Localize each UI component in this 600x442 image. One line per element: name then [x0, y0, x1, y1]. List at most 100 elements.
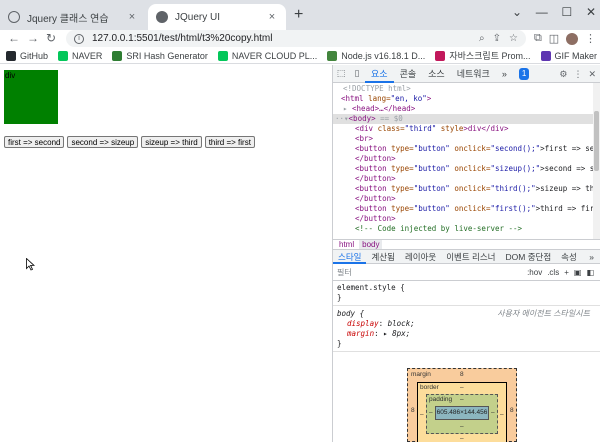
tab-dom-breakpoints[interactable]: DOM 중단점	[501, 250, 557, 264]
dom-scrollbar[interactable]	[593, 83, 600, 239]
tab-jquery-ui[interactable]: JQuery UI ×	[148, 4, 286, 30]
dom-line-div[interactable]: <div class="third" style>div</div>	[333, 124, 600, 134]
border-top-value: –	[460, 384, 464, 391]
site-info-icon[interactable]: i	[74, 33, 84, 44]
margin-top-value: 8	[460, 371, 464, 378]
box-model-margin[interactable]: margin 8 8 8 border – – – padding – – – …	[407, 368, 517, 442]
close-tab-icon[interactable]: ×	[126, 11, 138, 23]
close-devtools-icon[interactable]: ✕	[588, 69, 596, 80]
issues-badge[interactable]: 1	[518, 67, 530, 80]
maximize-icon[interactable]: ☐	[561, 5, 572, 19]
second-to-sizeup-button[interactable]: second => sizeup	[67, 136, 139, 148]
share-icon[interactable]: ⇪	[493, 33, 501, 44]
bookmark-favicon-icon	[327, 50, 338, 61]
new-rule-button[interactable]: +	[564, 268, 569, 277]
extensions-icon[interactable]: ⧉	[534, 32, 542, 45]
box-model-padding[interactable]: padding – – – 605.486×144.456 –	[426, 394, 498, 434]
breadcrumb: html body	[333, 239, 600, 250]
dom-line-doctype[interactable]: <!DOCTYPE html>	[333, 84, 600, 94]
dom-line-button-4[interactable]: <button type="button" onclick="first();"…	[333, 204, 600, 214]
bookmark-item[interactable]: Node.js v16.18.1 D...	[327, 50, 425, 61]
new-tab-button[interactable]: +	[294, 6, 303, 24]
bookmark-item[interactable]: SRI Hash Generator	[112, 50, 208, 61]
first-to-second-button[interactable]: first => second	[4, 136, 65, 148]
bookmark-star-icon[interactable]: ☆	[509, 33, 518, 44]
device-toolbar-icon[interactable]: ▯	[349, 68, 365, 79]
hover-state-button[interactable]: :hov	[527, 268, 542, 277]
zoom-icon[interactable]: ⌕	[479, 33, 485, 44]
settings-gear-icon[interactable]: ⚙	[559, 69, 567, 80]
box-model-content[interactable]: 605.486×144.456	[435, 406, 489, 420]
dom-line-head[interactable]: ▸ <head>…</head>	[333, 104, 600, 114]
window-close-icon[interactable]: ✕	[586, 5, 596, 19]
more-options-icon[interactable]: ⋮	[573, 69, 582, 80]
tab-console[interactable]: 콘솔	[394, 65, 423, 83]
bookmark-item[interactable]: 자바스크립트 Prom...	[435, 49, 531, 62]
dom-tree: <!DOCTYPE html> <html lang="en, ko"> ▸ <…	[333, 83, 600, 239]
mouse-cursor-icon	[26, 258, 35, 271]
dom-line-button-3-close[interactable]: </button>	[333, 194, 600, 204]
profile-avatar[interactable]	[566, 32, 579, 45]
bookmark-favicon-icon	[540, 50, 551, 61]
bookmark-label: GIF Maker	[554, 50, 598, 61]
tab-styles[interactable]: 스타일	[333, 250, 367, 264]
paint-icon[interactable]: ▣	[574, 268, 582, 277]
side-panel-icon[interactable]: ◫	[549, 32, 559, 45]
bookmarks-bar: GitHub NAVER SRI Hash Generator NAVER CLOUD…	[0, 48, 600, 64]
browser-toolbar: ← → ↻ i 127.0.0.1:5501/test/html/t3%20co…	[0, 30, 600, 48]
tab-jquery-class[interactable]: Jquery 클래스 연습 ×	[0, 4, 146, 30]
tab-properties[interactable]: 속성	[556, 250, 582, 264]
border-label: border	[420, 384, 439, 391]
rule-property-display[interactable]: display: block;	[337, 319, 596, 329]
forward-button[interactable]: →	[27, 30, 39, 46]
tab-elements[interactable]: 요소	[365, 65, 394, 83]
bookmark-item[interactable]: NAVER	[58, 50, 102, 61]
minimize-icon[interactable]: —	[536, 5, 548, 19]
dom-line-br[interactable]: <br>	[333, 134, 600, 144]
class-toggle-button[interactable]: .cls	[547, 268, 559, 277]
scrollbar-thumb[interactable]	[594, 111, 599, 171]
bookmark-item[interactable]: GIF Maker	[540, 50, 598, 61]
dom-line-comment[interactable]: <!-- Code injected by live-server -->	[333, 224, 600, 234]
dom-line-html[interactable]: <html lang="en, ko">	[333, 94, 600, 104]
sizeup-to-third-button[interactable]: sizeup => third	[141, 136, 202, 148]
dom-line-body[interactable]: ··▾<body> == $0	[333, 114, 600, 124]
third-to-first-button[interactable]: third => first	[204, 136, 255, 148]
dom-line-button-4-close[interactable]: </button>	[333, 214, 600, 224]
filter-input[interactable]: 필터	[337, 267, 352, 278]
bookmark-item[interactable]: GitHub	[6, 50, 48, 61]
breadcrumb-html[interactable]: html	[336, 240, 357, 249]
address-bar[interactable]: i 127.0.0.1:5501/test/html/t3%20copy.htm…	[66, 30, 526, 47]
breadcrumb-body[interactable]: body	[359, 240, 383, 249]
bookmark-label: SRI Hash Generator	[126, 50, 208, 61]
dom-line-button-3[interactable]: <button type="button" onclick="third();"…	[333, 184, 600, 194]
button-row: first => second second => sizeup sizeup …	[4, 136, 255, 148]
rule-close-brace: }	[337, 293, 342, 302]
close-tab-icon[interactable]: ×	[266, 11, 278, 23]
inspect-element-icon[interactable]: ⬚	[333, 68, 349, 79]
bookmark-item[interactable]: NAVER CLOUD PL...	[217, 50, 317, 61]
box-model-border[interactable]: border – – – padding – – – 605.486×144.4…	[417, 382, 507, 442]
back-button[interactable]: ←	[8, 30, 20, 46]
body-rule-selector[interactable]: body {사용자 에이전트 스타일시트	[337, 309, 596, 319]
tab-event-listeners[interactable]: 이벤트 리스너	[441, 250, 500, 264]
tab-layout[interactable]: 레이아웃	[400, 250, 441, 264]
devtools-tabbar: ⬚ ▯ 요소 콘솔 소스 네트워크 » 1 ⚙ ⋮ ✕	[333, 65, 600, 83]
tab-network[interactable]: 네트워크	[451, 65, 496, 83]
dom-line-button-1-close[interactable]: </button>	[333, 154, 600, 164]
url-text[interactable]: 127.0.0.1:5501/test/html/t3%20copy.html	[92, 33, 471, 44]
element-style-rule[interactable]: element.style {	[337, 283, 596, 293]
menu-icon[interactable]: ⋮	[585, 32, 596, 45]
more-tabs-icon[interactable]: »	[496, 65, 513, 83]
tab-computed[interactable]: 계산됨	[366, 250, 399, 264]
rule-property-margin[interactable]: margin: ▸ 8px;	[337, 329, 596, 339]
border-bottom-value: –	[460, 435, 464, 442]
more-style-tabs-icon[interactable]: »	[589, 250, 594, 264]
dom-line-button-2-close[interactable]: </button>	[333, 174, 600, 184]
dom-line-button-1[interactable]: <button type="button" onclick="second();…	[333, 144, 600, 154]
tab-search-icon[interactable]: ⌄	[512, 5, 522, 19]
tab-sources[interactable]: 소스	[422, 65, 451, 83]
sidebar-toggle-icon[interactable]: ◧	[586, 268, 594, 277]
reload-button[interactable]: ↻	[46, 30, 56, 46]
dom-line-button-2[interactable]: <button type="button" onclick="sizeup();…	[333, 164, 600, 174]
